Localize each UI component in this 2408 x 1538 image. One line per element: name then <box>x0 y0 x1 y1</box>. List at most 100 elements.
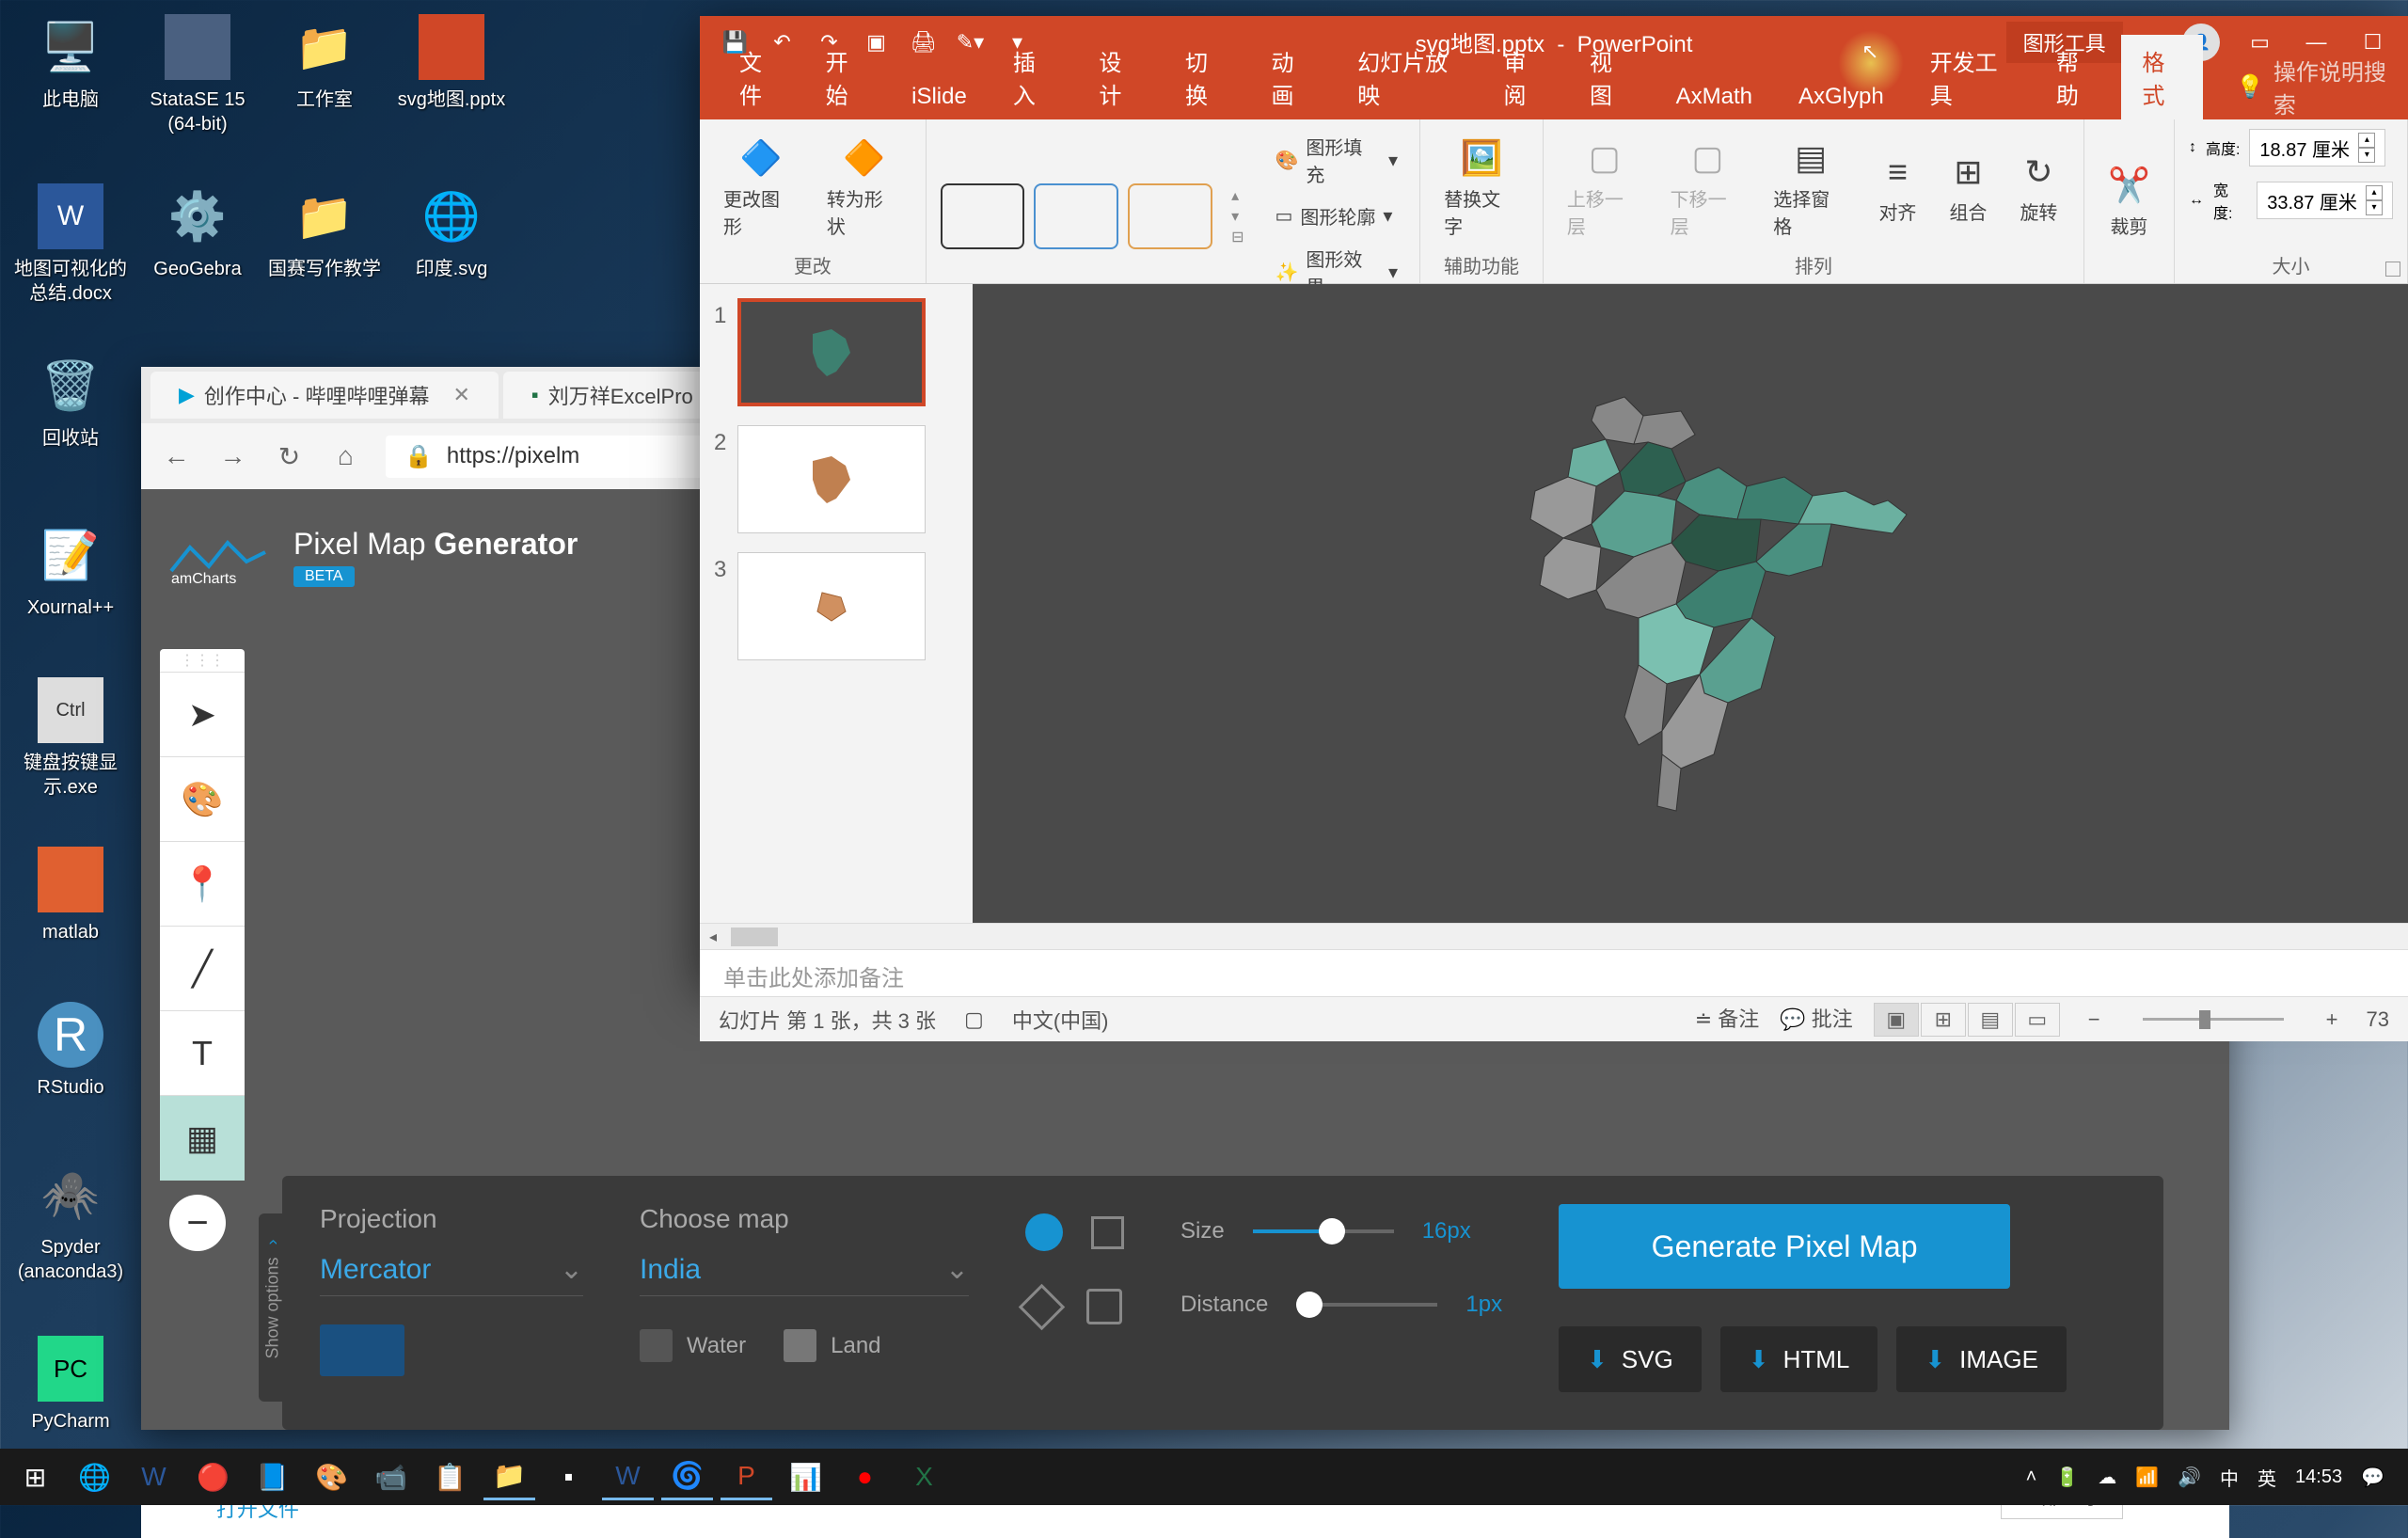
desktop-icon-spyder[interactable]: 🕷️ Spyder (anaconda3) <box>9 1162 132 1284</box>
map-dropdown[interactable]: India ⌄ <box>640 1253 969 1296</box>
download-image-button[interactable]: ⬇ IMAGE <box>1896 1326 2067 1392</box>
align-button[interactable]: ≡ 对齐 <box>1867 146 1928 230</box>
taskbar-terminal[interactable]: ▪ <box>543 1453 594 1500</box>
slide-thumb-1[interactable] <box>737 298 926 406</box>
tab-islide[interactable]: iSlide <box>891 74 988 119</box>
notes-toggle[interactable]: ≐ 备注 <box>1695 1003 1760 1037</box>
notes-pane[interactable]: 单击此处添加备注 <box>700 949 2408 996</box>
tab-file[interactable]: 文件 <box>719 35 800 119</box>
desktop-icon-svgmap-pptx[interactable]: svg地图.pptx <box>390 14 513 112</box>
taskbar-edge[interactable]: 🌀 <box>661 1453 713 1500</box>
slide-thumb-2[interactable] <box>737 425 926 533</box>
edit-shape-button[interactable]: 🔷 更改图形 <box>714 133 808 244</box>
battery-icon[interactable]: 🔋 <box>2055 1466 2079 1489</box>
forward-button[interactable]: → <box>216 440 249 473</box>
convert-shape-button[interactable]: 🔶 转为形状 <box>817 133 911 244</box>
group-button[interactable]: ⊞ 组合 <box>1938 146 1999 230</box>
desktop-icon-mapviz-docx[interactable]: W 地图可视化的总结.docx <box>9 183 132 306</box>
volume-icon[interactable]: 🔊 <box>2178 1466 2201 1489</box>
browser-tab-excel[interactable]: ▪ 刘万祥ExcelPro <box>503 372 721 419</box>
desktop-icon-keyboard[interactable]: Ctrl 键盘按键显示.exe <box>9 677 132 800</box>
text-tool[interactable]: T <box>160 1011 245 1096</box>
desktop-icon-xournal[interactable]: 📝 Xournal++ <box>9 522 132 620</box>
tray-up-icon[interactable]: ˄ <box>2026 1467 2037 1488</box>
normal-view-button[interactable]: ▣ <box>1874 1003 1919 1037</box>
dialog-launcher-icon[interactable] <box>2385 262 2400 277</box>
shape-style-1[interactable] <box>941 183 1025 249</box>
start-button[interactable]: ⊞ <box>9 1453 61 1500</box>
tab-transitions[interactable]: 切换 <box>1164 35 1246 119</box>
refresh-button[interactable]: ↻ <box>273 440 306 473</box>
language-indicator[interactable]: 中文(中国) <box>1012 1005 1109 1035</box>
desktop-icon-pycharm[interactable]: PC PyCharm <box>9 1336 132 1434</box>
projection-dropdown[interactable]: Mercator ⌄ <box>320 1253 583 1296</box>
taskbar-app5[interactable]: 📊 <box>780 1453 832 1500</box>
desktop-icon-recycle[interactable]: 🗑️ 回收站 <box>9 353 132 451</box>
taskbar-app2[interactable]: 🎨 <box>306 1453 357 1500</box>
gallery-down-icon[interactable]: ▾ <box>1231 207 1244 226</box>
taskbar-record[interactable]: ● <box>839 1453 891 1500</box>
alt-text-button[interactable]: 🖼️ 替换文字 <box>1434 133 1529 244</box>
notifications-icon[interactable]: 💬 <box>2361 1466 2384 1489</box>
water-checkbox[interactable]: Water <box>640 1329 746 1362</box>
distance-slider[interactable] <box>1296 1303 1437 1307</box>
sorter-view-button[interactable]: ⊞ <box>1921 1003 1966 1037</box>
ime-lang[interactable]: 中 <box>2220 1464 2239 1491</box>
slideshow-view-button[interactable]: ▭ <box>2015 1003 2060 1037</box>
taskbar-app3[interactable]: 📹 <box>365 1453 417 1500</box>
pin-tool[interactable]: 📍 <box>160 842 245 927</box>
taskbar-ie[interactable]: 🌐 <box>69 1453 120 1500</box>
shape-square-button[interactable] <box>1091 1216 1124 1249</box>
tab-animations[interactable]: 动画 <box>1251 35 1333 119</box>
accessibility-icon[interactable]: ▢ <box>964 1007 984 1032</box>
crop-button[interactable]: ✂️ 裁剪 <box>2099 160 2160 244</box>
desktop-icon-stata[interactable]: StataSE 15 (64-bit) <box>136 14 259 136</box>
taskbar-word2[interactable]: W <box>602 1453 654 1500</box>
pen-icon[interactable]: ✎▾ <box>954 25 987 58</box>
tab-help[interactable]: 帮助 <box>2036 35 2117 119</box>
height-input[interactable]: 18.87 厘米 ▴▾ <box>2249 129 2385 166</box>
close-icon[interactable]: ✕ <box>452 383 469 407</box>
shape-circle-button[interactable] <box>1025 1213 1063 1251</box>
gallery-up-icon[interactable]: ▴ <box>1231 186 1244 205</box>
home-button[interactable]: ⌂ <box>329 440 362 473</box>
back-button[interactable]: ← <box>160 440 193 473</box>
taskbar-word[interactable]: W <box>128 1453 180 1500</box>
taskbar-app1[interactable]: 📘 <box>246 1453 298 1500</box>
tab-axmath[interactable]: AxMath <box>1656 74 1773 119</box>
width-input[interactable]: 33.87 厘米 ▴▾ <box>2257 182 2393 219</box>
scroll-thumb[interactable] <box>731 928 778 946</box>
download-html-button[interactable]: ⬇ HTML <box>1720 1326 1878 1392</box>
gallery-more-icon[interactable]: ⊟ <box>1231 228 1244 246</box>
rotate-button[interactable]: ↻ 旋转 <box>2008 146 2069 230</box>
ime-mode[interactable]: 英 <box>2258 1464 2276 1491</box>
taskbar-chrome[interactable]: 🔴 <box>187 1453 239 1500</box>
tab-insert[interactable]: 插入 <box>992 35 1074 119</box>
spin-down-icon[interactable]: ▾ <box>2366 200 2383 215</box>
comments-toggle[interactable]: 💬 批注 <box>1780 1003 1853 1037</box>
spin-up-icon[interactable]: ▴ <box>2366 185 2383 200</box>
shape-hexagon-button[interactable] <box>1086 1289 1122 1324</box>
slide-thumb-3[interactable] <box>737 552 926 660</box>
pattern-tool[interactable]: ▦ <box>160 1096 245 1181</box>
browser-tab-bilibili[interactable]: ▶ 创作中心 - 哔哩哔哩弹幕 ✕ <box>150 372 499 419</box>
clock[interactable]: 14:53 <box>2295 1467 2342 1488</box>
shape-style-2[interactable] <box>1034 183 1118 249</box>
shape-diamond-button[interactable] <box>1019 1283 1065 1329</box>
bring-forward-button[interactable]: ▢ 上移一层 <box>1558 133 1652 244</box>
taskbar-explorer[interactable]: 📁 <box>483 1453 535 1500</box>
india-map[interactable] <box>1427 359 1954 848</box>
taskbar-powerpoint[interactable]: P <box>721 1453 772 1500</box>
desktop-icon-workspace[interactable]: 📁 工作室 <box>263 14 386 112</box>
pointer-tool[interactable]: ➤ <box>160 673 245 757</box>
show-options-toggle[interactable]: Show options › <box>259 1213 287 1402</box>
shape-fill-button[interactable]: 🎨 图形填充▾ <box>1267 129 1405 191</box>
drag-handle-icon[interactable]: ⋮⋮⋮ <box>160 649 245 673</box>
slide-canvas[interactable] <box>973 284 2408 923</box>
reading-view-button[interactable]: ▤ <box>1968 1003 2013 1037</box>
download-svg-button[interactable]: ⬇ SVG <box>1559 1326 1702 1392</box>
scroll-left-icon[interactable]: ◂ <box>700 924 726 950</box>
land-checkbox[interactable]: Land <box>784 1329 880 1362</box>
shape-style-3[interactable] <box>1128 183 1212 249</box>
spin-up-icon[interactable]: ▴ <box>2358 133 2375 148</box>
